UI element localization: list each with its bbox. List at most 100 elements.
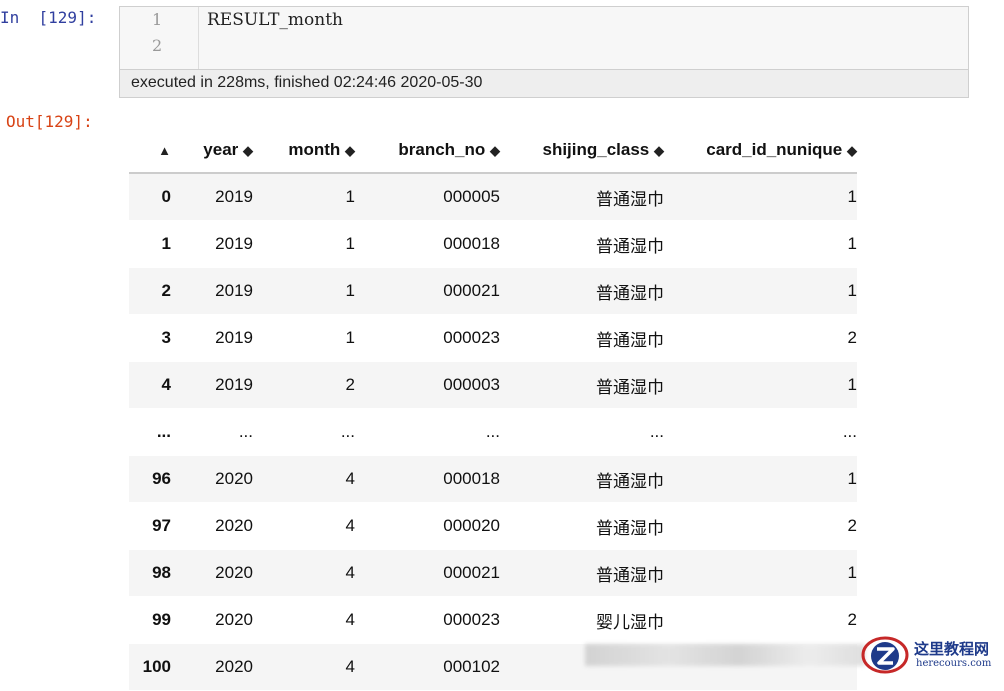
table-row: .................. <box>129 408 857 456</box>
table-cell-branch-no: 000018 <box>355 455 500 503</box>
table-cell-month: 1 <box>253 220 355 268</box>
table-cell-shijing-class: 普通湿巾 <box>500 361 664 409</box>
dataframe-table: ▲︎ year ◆ month ◆ branch_no ◆ shijing_cl… <box>129 128 857 691</box>
table-cell-year: 2019 <box>171 267 253 315</box>
output-prompt: Out[129]: <box>6 112 93 131</box>
table-cell-month: 1 <box>253 267 355 315</box>
table-header-row: ▲︎ year ◆ month ◆ branch_no ◆ shijing_cl… <box>129 128 857 174</box>
table-cell-shijing-class: 婴儿湿巾 <box>500 596 664 644</box>
sort-arrows-icon[interactable]: ▲︎ <box>158 143 171 158</box>
table-cell-year: 2020 <box>171 596 253 644</box>
line-number: 2 <box>152 36 163 55</box>
code-cell-editor[interactable]: 1 2 RESULT_month <box>119 6 969 70</box>
column-header-card-id-nunique[interactable]: card_id_nunique ◆ <box>664 128 857 174</box>
table-cell-card-id-nunique: 1 <box>664 220 857 268</box>
table-cell-card-id-nunique: 1 <box>664 361 857 409</box>
row-index: 96 <box>129 455 171 503</box>
table-cell-year: 2020 <box>171 502 253 550</box>
table-cell-month: 1 <box>253 173 355 221</box>
table-cell-branch-no: 000018 <box>355 220 500 268</box>
table-cell-month: 4 <box>253 549 355 597</box>
table-cell-card-id-nunique: 1 <box>664 549 857 597</box>
table-cell-card-id-nunique: 1 <box>664 173 857 221</box>
table-cell-card-id-nunique: 2 <box>664 596 857 644</box>
table-cell-branch-no: ... <box>355 408 500 456</box>
column-header-index[interactable]: ▲︎ <box>129 128 171 174</box>
watermark-url: herecours.com <box>916 658 992 669</box>
table-cell-month: 4 <box>253 643 355 691</box>
column-header-shijing-class[interactable]: shijing_class ◆ <box>500 128 664 174</box>
table-cell-card-id-nunique: 2 <box>664 314 857 362</box>
table-cell-branch-no: 000020 <box>355 502 500 550</box>
column-header-branch-no[interactable]: branch_no ◆ <box>355 128 500 174</box>
table-row: 2 2019 1 000021 普通湿巾 1 <box>129 267 857 315</box>
table-cell-card-id-nunique: 1 <box>664 455 857 503</box>
table-cell-branch-no: 000021 <box>355 267 500 315</box>
row-index: 0 <box>129 173 171 221</box>
table-cell-year: 2020 <box>171 455 253 503</box>
table-cell-year: ... <box>171 408 253 456</box>
line-number: 1 <box>152 10 163 29</box>
table-cell-month: 4 <box>253 596 355 644</box>
table-body: 0 2019 1 000005 普通湿巾 1 1 2019 1 000018 普通湿巾 1 2 2019 1… <box>129 173 857 691</box>
table-row: 1 2019 1 000018 普通湿巾 1 <box>129 220 857 268</box>
table-cell-branch-no: 000003 <box>355 361 500 409</box>
table-cell-shijing-class: 普通湿巾 <box>500 267 664 315</box>
row-index: 97 <box>129 502 171 550</box>
table-cell-shijing-class: 普通湿巾 <box>500 502 664 550</box>
table-cell-year: 2019 <box>171 220 253 268</box>
table-cell-year: 2019 <box>171 173 253 221</box>
table-row: 99 2020 4 000023 婴儿湿巾 2 <box>129 596 857 644</box>
row-index: 100 <box>129 643 171 691</box>
sort-arrows-icon[interactable]: ◆ <box>345 143 355 158</box>
row-index: ... <box>129 408 171 456</box>
table-row: 97 2020 4 000020 普通湿巾 2 <box>129 502 857 550</box>
table-cell-card-id-nunique: 2 <box>664 502 857 550</box>
sort-arrows-icon[interactable]: ◆ <box>243 143 253 158</box>
table-cell-branch-no: 000023 <box>355 596 500 644</box>
table-cell-month: 4 <box>253 455 355 503</box>
input-prompt: In [129]: <box>0 8 97 27</box>
table-row: 96 2020 4 000018 普通湿巾 1 <box>129 455 857 503</box>
table-row: 3 2019 1 000023 普通湿巾 2 <box>129 314 857 362</box>
table-cell-year: 2020 <box>171 643 253 691</box>
table-cell-year: 2019 <box>171 361 253 409</box>
table-cell-year: 2020 <box>171 549 253 597</box>
table-cell-shijing-class: 普通湿巾 <box>500 173 664 221</box>
table-cell-branch-no: 000102 <box>355 643 500 691</box>
column-header-month[interactable]: month ◆ <box>253 128 355 174</box>
table-cell-shijing-class: 普通湿巾 <box>500 549 664 597</box>
table-cell-card-id-nunique: 1 <box>664 267 857 315</box>
table-cell-branch-no: 000023 <box>355 314 500 362</box>
row-index: 99 <box>129 596 171 644</box>
row-index: 2 <box>129 267 171 315</box>
blurred-text-overlay <box>585 644 865 666</box>
watermark-title: 这里教程网 <box>914 640 990 658</box>
row-index: 4 <box>129 361 171 409</box>
table-row: 4 2019 2 000003 普通湿巾 1 <box>129 361 857 409</box>
table-cell-shijing-class: 普通湿巾 <box>500 220 664 268</box>
table-cell-shijing-class: ... <box>500 408 664 456</box>
table-cell-shijing-class: 普通湿巾 <box>500 455 664 503</box>
table-cell-branch-no: 000021 <box>355 549 500 597</box>
line-number-gutter: 1 2 <box>120 7 199 69</box>
row-index: 1 <box>129 220 171 268</box>
table-cell-month: 4 <box>253 502 355 550</box>
watermark-logo-icon <box>861 636 909 674</box>
row-index: 3 <box>129 314 171 362</box>
execution-info: executed in 228ms, finished 02:24:46 202… <box>119 70 969 98</box>
table-cell-shijing-class: 普通湿巾 <box>500 314 664 362</box>
table-cell-month: 1 <box>253 314 355 362</box>
table-cell-card-id-nunique: ... <box>664 408 857 456</box>
sort-arrows-icon[interactable]: ◆ <box>490 143 500 158</box>
sort-arrows-icon[interactable]: ◆ <box>847 143 857 158</box>
table-cell-year: 2019 <box>171 314 253 362</box>
table-cell-month: ... <box>253 408 355 456</box>
column-header-year[interactable]: year ◆ <box>171 128 253 174</box>
table-row: 0 2019 1 000005 普通湿巾 1 <box>129 173 857 221</box>
table-cell-branch-no: 000005 <box>355 173 500 221</box>
site-watermark: 这里教程网 herecours.com <box>858 632 1004 677</box>
sort-arrows-icon[interactable]: ◆ <box>654 143 664 158</box>
table-cell-month: 2 <box>253 361 355 409</box>
code-text[interactable]: RESULT_month <box>207 10 343 30</box>
